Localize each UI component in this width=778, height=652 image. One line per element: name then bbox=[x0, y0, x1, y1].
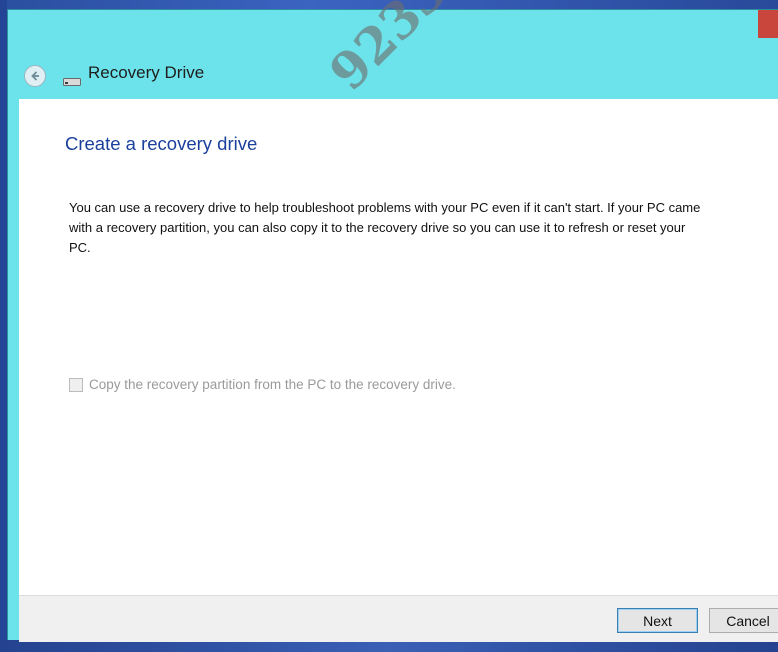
copy-partition-label: Copy the recovery partition from the PC … bbox=[89, 377, 456, 392]
wizard-footer: Next Cancel bbox=[19, 595, 778, 642]
description-text: You can use a recovery drive to help tro… bbox=[69, 200, 701, 255]
window-title: Recovery Drive bbox=[88, 63, 205, 82]
cancel-button[interactable]: Cancel bbox=[709, 608, 778, 633]
wizard-content: Create a recovery drive You can use a re… bbox=[19, 99, 778, 595]
next-button[interactable]: Next bbox=[617, 608, 698, 633]
drive-icon bbox=[63, 72, 81, 86]
copy-partition-option: Copy the recovery partition from the PC … bbox=[69, 377, 456, 392]
desktop-background-left bbox=[0, 0, 7, 652]
close-button[interactable] bbox=[758, 10, 778, 38]
page-heading: Create a recovery drive bbox=[65, 133, 258, 154]
back-button[interactable] bbox=[24, 65, 46, 87]
recovery-drive-window: Recovery Drive Create a recovery drive Y… bbox=[7, 9, 778, 642]
copy-partition-checkbox[interactable] bbox=[69, 377, 83, 392]
window-titlebar: Recovery Drive bbox=[8, 62, 778, 98]
back-arrow-icon bbox=[31, 71, 39, 81]
